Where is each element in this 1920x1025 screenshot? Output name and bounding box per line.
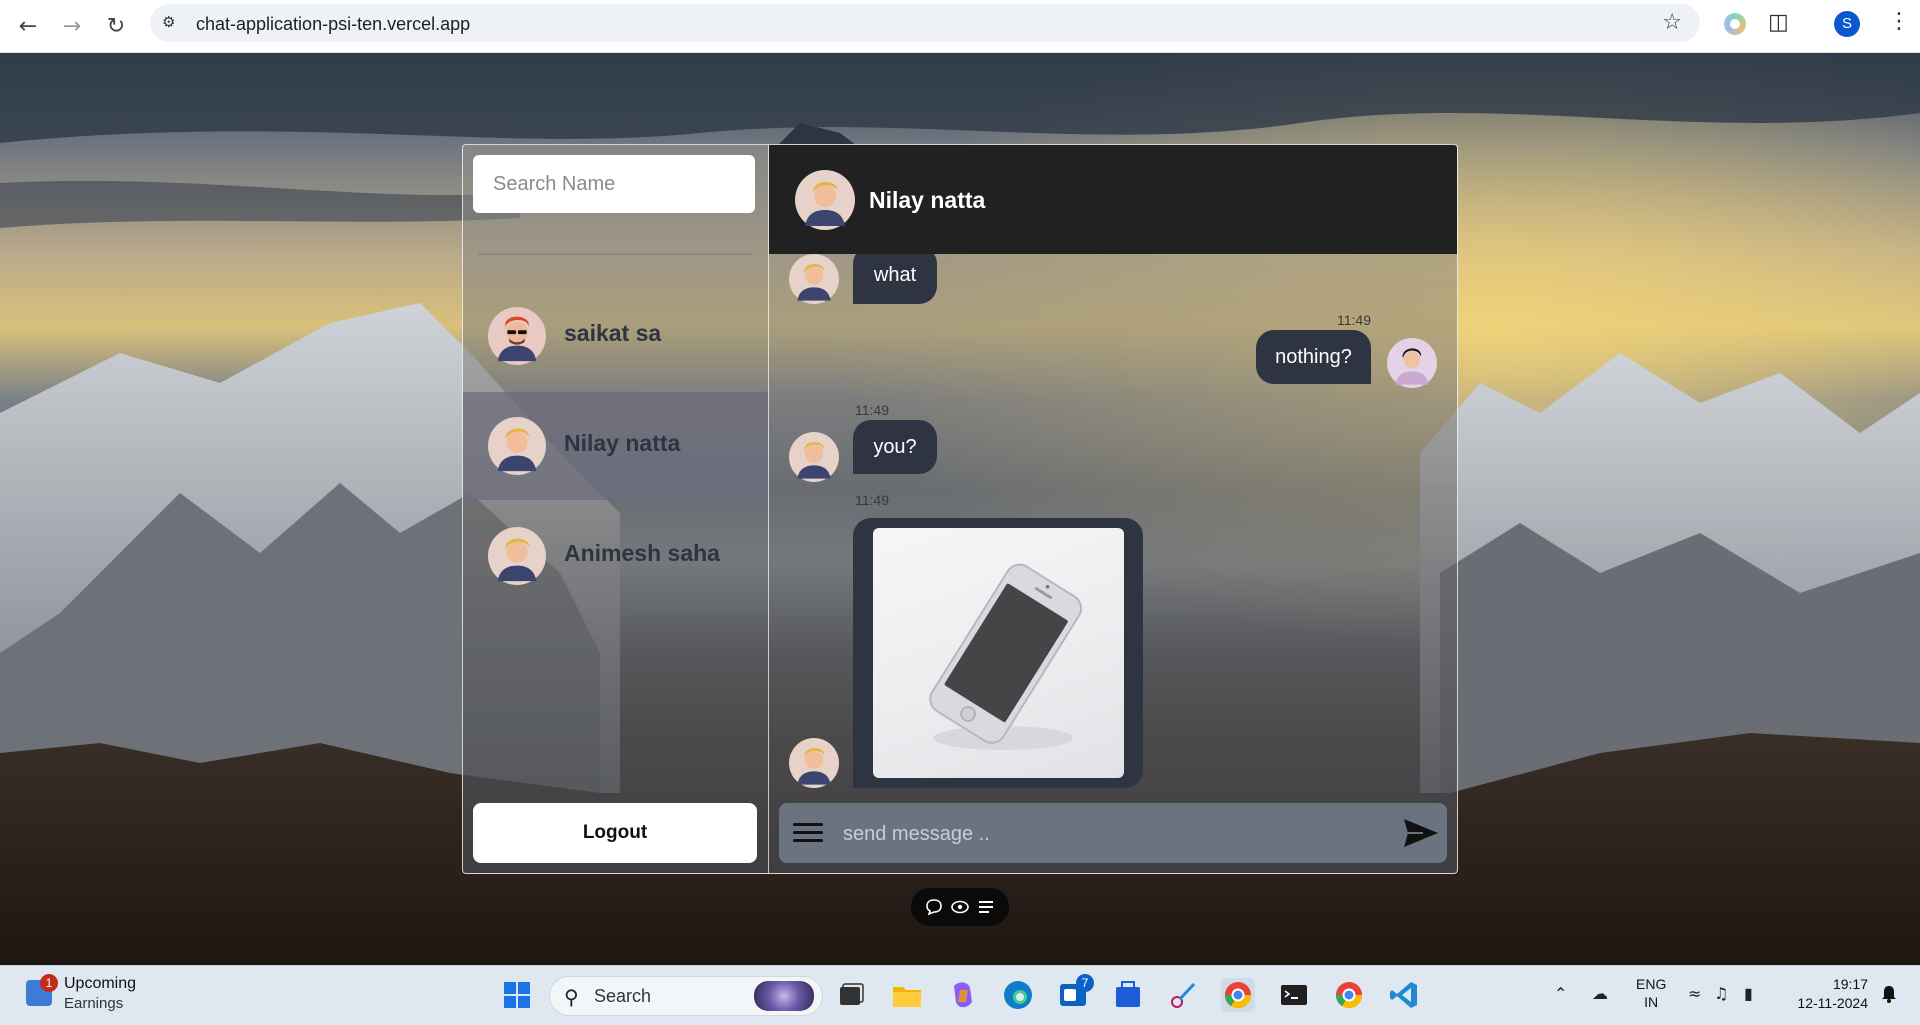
avatar [789, 432, 839, 482]
star-icon[interactable]: ☆ [1662, 10, 1682, 35]
avatar [1387, 338, 1437, 388]
clock-date: 12-11-2024 [1797, 995, 1868, 1011]
address-bar[interactable]: ⚙ chat-application-psi-ten.vercel.app ☆ [150, 4, 1700, 42]
message-bubble: nothing? [1256, 330, 1371, 384]
wifi-icon[interactable]: ≈ [1688, 984, 1701, 1003]
list-icon[interactable] [976, 897, 996, 917]
terminal-icon[interactable] [1277, 978, 1311, 1012]
vscode-icon[interactable] [1387, 978, 1421, 1012]
forward-icon[interactable]: → [56, 10, 88, 42]
widget-title[interactable]: Upcoming [64, 975, 136, 993]
system-clock[interactable]: 19:17 12-11-2024 [1784, 975, 1868, 1013]
profile-avatar[interactable]: S [1834, 11, 1860, 37]
contact-name: saikat sa [564, 320, 662, 346]
windows-start-icon[interactable] [500, 978, 534, 1012]
microsoft-store-icon[interactable] [1111, 978, 1145, 1012]
chrome-profile-icon[interactable] [1332, 978, 1366, 1012]
edge-icon[interactable] [1001, 978, 1035, 1012]
avatar [488, 527, 546, 585]
volume-icon[interactable]: ♫ [1714, 984, 1728, 1003]
site-settings-icon[interactable]: ⚙ [162, 13, 182, 33]
chat-pane: Nilay natta what 11:49 nothing? 11:49 yo… [769, 145, 1457, 873]
chat-app-window: saikat sa Nilay natta Animesh saha Logou… [462, 144, 1458, 874]
chat-contact-name: Nilay natta [869, 187, 986, 213]
back-icon[interactable]: ← [12, 10, 44, 42]
extensions-icon[interactable]: ◫ [1768, 10, 1789, 35]
contact-item-saikat[interactable]: saikat sa [463, 282, 768, 390]
chat-bubble-icon[interactable] [924, 897, 944, 917]
floating-toolbar [911, 888, 1009, 926]
eye-icon[interactable] [950, 897, 970, 917]
smartphone-illustration [929, 563, 1083, 750]
search-highlight-image [754, 981, 814, 1011]
contacts-sidebar: saikat sa Nilay natta Animesh saha Logou… [463, 145, 769, 873]
language-indicator[interactable]: ENG IN [1636, 975, 1666, 1011]
message-text: what [873, 263, 917, 286]
notification-badge: 7 [1076, 974, 1094, 992]
avatar [789, 254, 839, 304]
message-list[interactable]: what 11:49 nothing? 11:49 you? 11:49 [769, 254, 1457, 789]
send-icon[interactable] [1403, 817, 1439, 849]
hamburger-menu-icon[interactable] [793, 819, 823, 847]
sidebar-divider [478, 253, 753, 255]
avatar [488, 417, 546, 475]
contact-item-nilay[interactable]: Nilay natta [463, 392, 768, 500]
smartphone-photo[interactable] [873, 528, 1124, 778]
copilot-icon[interactable] [946, 978, 980, 1012]
image-message-bubble[interactable] [853, 518, 1143, 788]
chrome-icon[interactable] [1221, 978, 1255, 1012]
taskbar-search[interactable]: ⚲ Search [549, 976, 823, 1016]
avatar [789, 738, 839, 788]
widget-badge: 1 [40, 974, 58, 992]
avatar [488, 307, 546, 365]
contact-item-animesh[interactable]: Animesh saha [463, 502, 768, 610]
clock-time: 19:17 [1832, 976, 1868, 992]
language-line1: ENG [1636, 976, 1667, 992]
contact-name: Nilay natta [564, 430, 681, 456]
contact-name: Animesh saha [564, 540, 720, 566]
kebab-menu-icon[interactable]: ⋮ [1888, 9, 1910, 34]
taskbar-search-label: Search [594, 986, 652, 1006]
file-explorer-icon[interactable] [890, 978, 924, 1012]
reload-icon[interactable]: ↻ [100, 10, 132, 42]
message-input[interactable] [841, 813, 1385, 855]
search-icon: ⚲ [564, 985, 579, 1009]
message-bubble: what [853, 254, 937, 304]
chevron-up-icon[interactable]: ⌃ [1554, 984, 1567, 1003]
notification-bell-icon[interactable] [1880, 984, 1898, 1004]
message-timestamp: 11:49 [855, 402, 889, 418]
task-view-icon[interactable] [834, 978, 868, 1012]
browser-toolbar: ← → ↻ ⚙ chat-application-psi-ten.vercel.… [0, 0, 1920, 53]
widget-subtitle[interactable]: Earnings [64, 995, 123, 1012]
message-bubble: you? [853, 420, 937, 474]
language-line2: IN [1644, 994, 1659, 1010]
avatar[interactable] [795, 170, 855, 230]
message-timestamp: 11:49 [1337, 312, 1371, 328]
url-text[interactable]: chat-application-psi-ten.vercel.app [196, 14, 470, 35]
message-text: nothing? [1275, 345, 1352, 368]
chat-header: Nilay natta [769, 145, 1457, 254]
logout-button[interactable]: Logout [473, 803, 757, 863]
search-input[interactable] [473, 155, 755, 213]
windows-taskbar: 1 Upcoming Earnings ⚲ Search 7 ⌃ ☁ ENG I… [0, 965, 1920, 1025]
onedrive-icon[interactable]: ☁ [1592, 984, 1608, 1003]
battery-icon[interactable]: ▮ [1744, 984, 1753, 1003]
message-text: you? [873, 435, 917, 458]
message-composer [779, 803, 1447, 863]
extension-icon[interactable] [1724, 13, 1746, 35]
snipping-tool-icon[interactable] [1166, 978, 1200, 1012]
message-timestamp: 11:49 [855, 492, 889, 508]
